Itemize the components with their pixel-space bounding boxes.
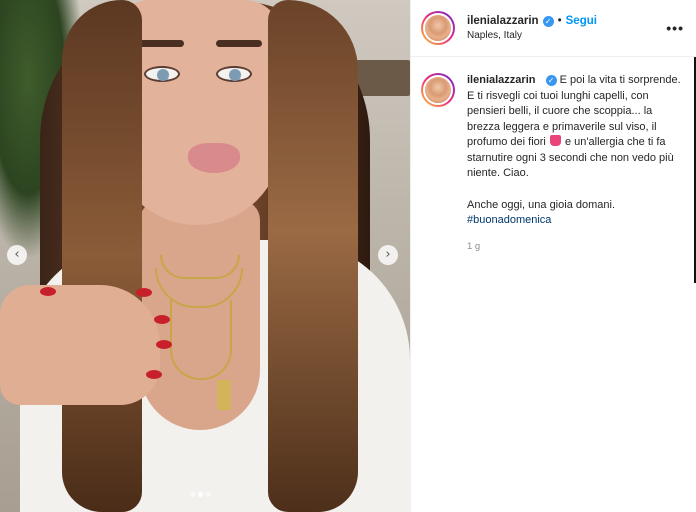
post-side-panel: ilenialazzarin ✓ • Segui Naples, Italy •… [410, 0, 696, 512]
username-link[interactable]: ilenialazzarin [467, 15, 539, 27]
caption-text: ilenialazzarin ✓ E poi la vita ti sorpre… [467, 73, 684, 229]
carousel-prev-button[interactable]: ‹ [7, 245, 27, 265]
hair-strand-left [62, 0, 142, 512]
separator-dot: • [557, 15, 562, 27]
post-timestamp: 1 g [467, 240, 481, 252]
verified-badge-icon: ✓ [545, 75, 557, 86]
nail [136, 288, 152, 297]
nail [156, 340, 172, 349]
nail [154, 315, 170, 324]
hashtag-link[interactable]: #buonadomenica [467, 213, 684, 229]
location-link[interactable]: Naples, Italy [467, 30, 666, 41]
caption-comment: ilenialazzarin ✓ E poi la vita ti sorpre… [411, 57, 696, 229]
pendant [217, 380, 231, 410]
carousel-dot-active [198, 492, 203, 497]
header-text: ilenialazzarin ✓ • Segui Naples, Italy [467, 15, 666, 41]
right-eye [216, 66, 252, 82]
more-options-icon[interactable]: ••• [666, 20, 684, 36]
carousel-dot [190, 492, 195, 497]
instagram-post: ‹ › ilenialazzarin ✓ • Segui Naples, Ita… [0, 0, 696, 512]
chevron-right-icon: › [385, 247, 391, 262]
nail [40, 287, 56, 296]
hair-strand-right [268, 0, 358, 512]
post-header: ilenialazzarin ✓ • Segui Naples, Italy •… [411, 0, 696, 57]
caption-avatar[interactable] [421, 73, 455, 107]
carousel-indicator [190, 492, 211, 497]
left-eyebrow [138, 40, 184, 47]
lips [188, 143, 240, 173]
chevron-left-icon: ‹ [14, 247, 20, 262]
caption-username[interactable]: ilenialazzarin [467, 74, 535, 86]
hand [0, 285, 172, 405]
post-photo[interactable]: ‹ › [0, 0, 410, 512]
avatar[interactable] [421, 11, 455, 45]
left-eye [144, 66, 180, 82]
nail [146, 370, 162, 379]
carousel-dot [206, 492, 211, 497]
right-eyebrow [216, 40, 262, 47]
tulip-emoji-icon [549, 135, 561, 146]
caption-line2: Anche oggi, una gioia domani. [467, 198, 615, 211]
carousel-next-button[interactable]: › [378, 245, 398, 265]
follow-button[interactable]: Segui [566, 15, 597, 27]
verified-badge-icon: ✓ [542, 15, 554, 27]
necklace-long [170, 300, 232, 380]
